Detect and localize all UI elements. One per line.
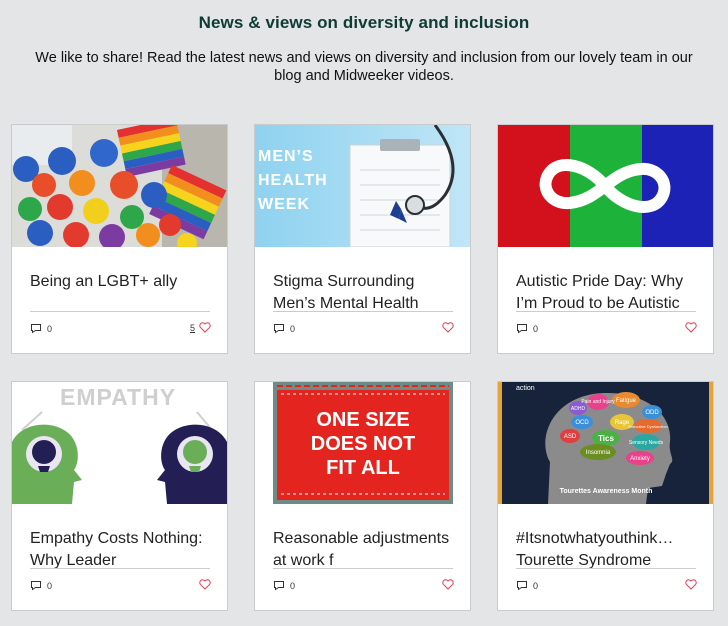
post-title[interactable]: Stigma Surrounding Men’s Mental Health	[273, 271, 455, 311]
comment-icon	[31, 581, 41, 591]
heart-icon	[685, 579, 697, 590]
svg-text:Fatigue: Fatigue	[616, 398, 637, 404]
post-title[interactable]: #Itsnotwhatyouthink… Tourette Syndrome	[516, 528, 698, 568]
svg-text:MEN’S: MEN’S	[258, 148, 314, 165]
like-button[interactable]	[199, 579, 211, 590]
svg-text:HEALTH: HEALTH	[258, 172, 328, 189]
card-divider	[30, 311, 210, 312]
post-title[interactable]: Empathy Costs Nothing: Why Leader	[30, 528, 212, 568]
svg-text:OCD: OCD	[575, 420, 589, 426]
card-divider	[516, 311, 696, 312]
svg-text:Insomnia: Insomnia	[586, 450, 611, 456]
card-divider	[516, 568, 696, 569]
svg-text:DOES NOT: DOES NOT	[311, 433, 415, 455]
post-thumbnail-mens-health-week[interactable]: MEN’S HEALTH WEEK	[255, 125, 470, 247]
intro-text: We like to share! Read the latest news a…	[35, 50, 693, 84]
svg-text:ADHD: ADHD	[571, 406, 586, 412]
like-count: 5	[189, 322, 195, 333]
tourettes-brain-image: action ADHD Pain and Injury Fatigue ODD …	[498, 382, 713, 504]
like-button[interactable]	[442, 579, 454, 590]
svg-text:FIT ALL: FIT ALL	[326, 457, 400, 479]
comment-icon	[274, 581, 284, 591]
post-thumbnail-autistic-pride[interactable]	[498, 125, 713, 247]
svg-text:EMPATHY: EMPATHY	[60, 384, 176, 410]
heart-icon	[199, 579, 211, 590]
like-button[interactable]	[685, 322, 697, 333]
rainbow-balloons-image	[12, 125, 227, 247]
post-title[interactable]: Being an LGBT+ ally	[30, 271, 212, 311]
svg-text:Sensory Needs: Sensory Needs	[629, 440, 664, 446]
blog-post-card[interactable]: action ADHD Pain and Injury Fatigue ODD …	[497, 381, 714, 611]
svg-text:ONE SIZE: ONE SIZE	[316, 409, 409, 431]
svg-text:Executive Dysfunction: Executive Dysfunction	[628, 424, 667, 429]
svg-text:WEEK: WEEK	[258, 196, 310, 213]
post-thumbnail-empathy[interactable]: EMPATHY	[12, 382, 227, 504]
comments-counter[interactable]: 0	[516, 323, 538, 334]
heart-icon	[442, 579, 454, 590]
blog-post-card[interactable]: Being an LGBT+ ally 0 5	[11, 124, 228, 354]
svg-text:Anxiety: Anxiety	[630, 456, 650, 462]
card-divider	[273, 568, 453, 569]
svg-text:ASD: ASD	[564, 434, 577, 440]
blog-post-card[interactable]: Autistic Pride Day: Why I’m Proud to be …	[497, 124, 714, 354]
empathy-heads-image: EMPATHY	[12, 382, 227, 504]
comments-counter[interactable]: 0	[516, 580, 538, 591]
post-title[interactable]: Autistic Pride Day: Why I’m Proud to be …	[516, 271, 698, 311]
comment-icon	[274, 324, 284, 334]
like-button[interactable]: 5	[190, 322, 211, 333]
post-title[interactable]: Reasonable adjustments at work f	[273, 528, 455, 568]
comment-icon	[517, 324, 527, 334]
blog-post-card[interactable]: ONE SIZE DOES NOT FIT ALL Reasonable adj…	[254, 381, 471, 611]
heart-icon	[442, 322, 454, 333]
heart-icon	[199, 322, 211, 333]
svg-text:action: action	[516, 385, 535, 392]
card-divider	[30, 568, 210, 569]
comment-icon	[31, 324, 41, 334]
svg-text:Tics: Tics	[598, 434, 614, 443]
comment-count: 0	[290, 580, 296, 591]
comment-count: 0	[290, 323, 296, 334]
infinity-symbol-image	[498, 125, 713, 247]
svg-text:ODD: ODD	[645, 410, 659, 416]
comments-counter[interactable]: 0	[273, 323, 295, 334]
comment-count: 0	[533, 323, 539, 334]
heart-icon	[685, 322, 697, 333]
comments-counter[interactable]: 0	[30, 323, 52, 334]
post-thumbnail-tourettes[interactable]: action ADHD Pain and Injury Fatigue ODD …	[498, 382, 713, 504]
comments-counter[interactable]: 0	[30, 580, 52, 591]
comments-counter[interactable]: 0	[273, 580, 295, 591]
one-size-label-image: ONE SIZE DOES NOT FIT ALL	[255, 382, 470, 504]
comment-count: 0	[47, 580, 53, 591]
like-button[interactable]	[442, 322, 454, 333]
svg-text:Pain and Injury: Pain and Injury	[581, 399, 615, 405]
post-thumbnail-one-size[interactable]: ONE SIZE DOES NOT FIT ALL	[255, 382, 470, 504]
mens-health-week-image: MEN’S HEALTH WEEK	[255, 125, 470, 247]
comment-count: 0	[533, 580, 539, 591]
comment-count: 0	[47, 323, 53, 334]
blog-post-card[interactable]: EMPATHY Empathy Costs Nothing: Why Leade…	[11, 381, 228, 611]
comment-icon	[517, 581, 527, 591]
blog-post-card[interactable]: MEN’S HEALTH WEEK Stigma Surrounding Men…	[254, 124, 471, 354]
svg-text:Tourettes Awareness Month: Tourettes Awareness Month	[560, 488, 653, 495]
page-title: News & views on diversity and inclusion	[198, 13, 530, 32]
like-button[interactable]	[685, 579, 697, 590]
card-divider	[273, 311, 453, 312]
post-thumbnail-rainbow-balloons[interactable]	[12, 125, 227, 247]
